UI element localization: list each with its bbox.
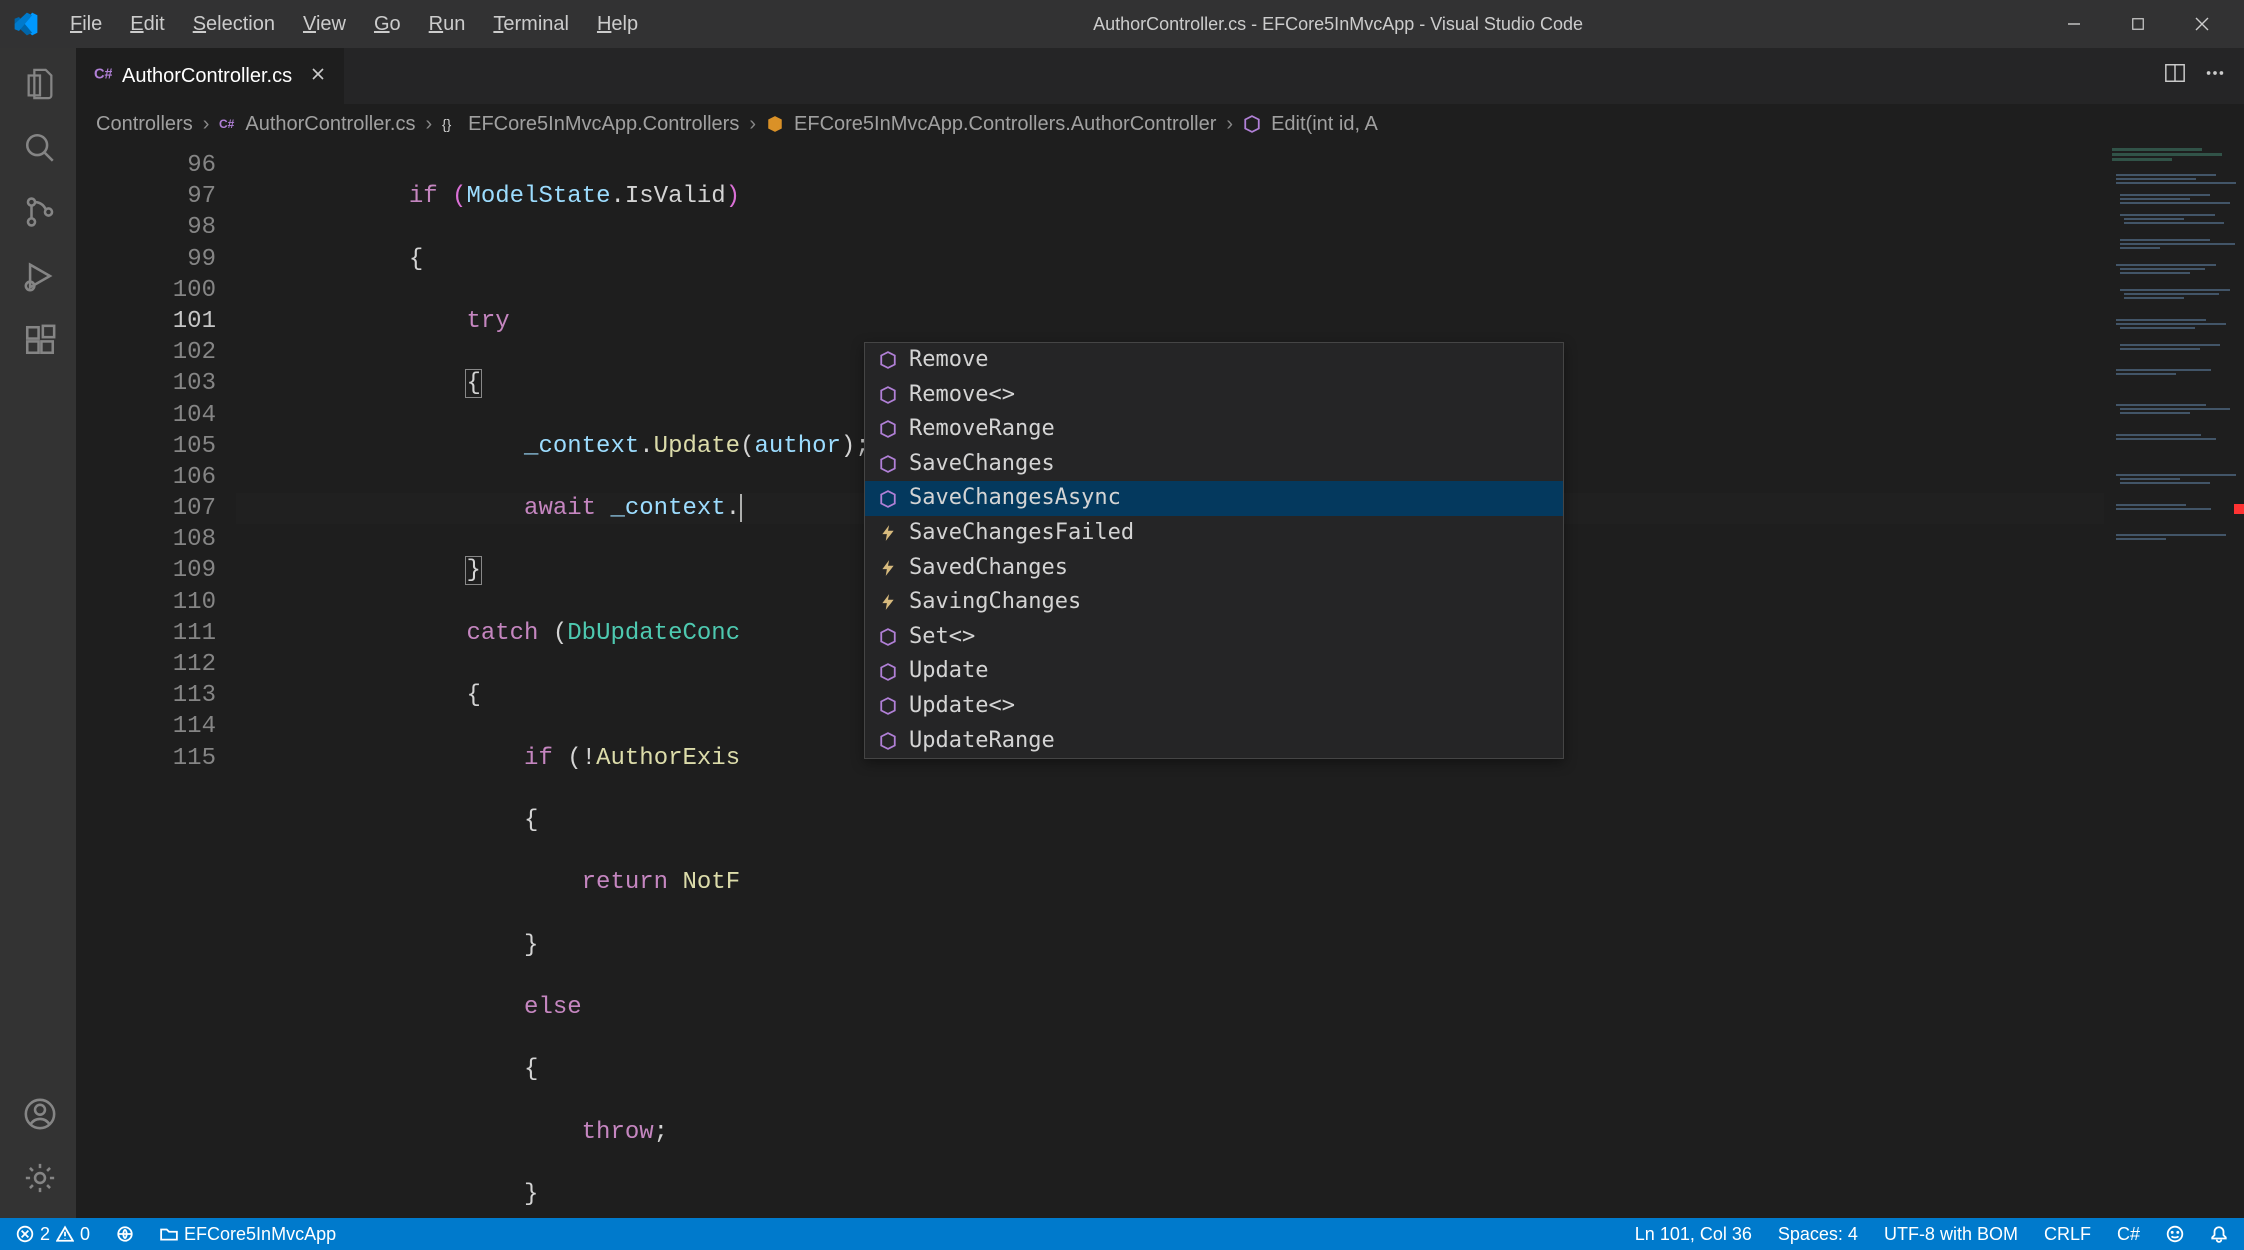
tab-label: AuthorController.cs <box>122 65 292 88</box>
status-indentation[interactable]: Spaces: 4 <box>1774 1224 1862 1245</box>
method-icon <box>877 697 899 715</box>
suggestion-label: Remove <box>909 346 988 375</box>
suggestion-label: SaveChangesAsync <box>909 484 1121 513</box>
minimap[interactable] <box>2104 144 2244 1218</box>
code-content[interactable]: if (ModelState.IsValid) { try { _context… <box>236 144 2104 1218</box>
csharp-file-icon: C# <box>219 116 235 132</box>
namespace-icon: {} <box>442 116 458 132</box>
status-encoding[interactable]: UTF-8 with BOM <box>1880 1224 2022 1245</box>
menu-edit[interactable]: Edit <box>116 7 178 42</box>
chevron-right-icon: › <box>1226 113 1233 136</box>
suggestion-item[interactable]: SavingChanges <box>865 585 1563 620</box>
menu-help[interactable]: Help <box>583 7 652 42</box>
source-control-icon[interactable] <box>14 188 62 236</box>
line-number-gutter: 96 97 98 99 100 101 102 103 104 105 106 … <box>76 144 236 1218</box>
suggestion-item[interactable]: SaveChangesFailed <box>865 516 1563 551</box>
breadcrumb-method[interactable]: Edit(int id, A <box>1271 113 1378 136</box>
status-language[interactable]: C# <box>2113 1224 2144 1245</box>
extensions-icon[interactable] <box>14 316 62 364</box>
window-maximize-button[interactable] <box>2108 4 2168 44</box>
suggestion-item[interactable]: SaveChanges <box>865 447 1563 482</box>
status-notifications-icon[interactable] <box>2206 1225 2232 1243</box>
text-cursor <box>740 494 742 522</box>
suggestion-label: Update <box>909 657 988 686</box>
title-bar: FFileile Edit Selection View Go Run Term… <box>0 0 2244 48</box>
intellisense-suggest-widget[interactable]: Remove Remove<> RemoveRange SaveChanges Save… <box>864 342 1564 759</box>
chevron-right-icon: › <box>425 113 432 136</box>
suggestion-label: Set<> <box>909 623 975 652</box>
editor-tabs: C# AuthorController.cs <box>76 48 2244 104</box>
status-project[interactable]: EFCore5InMvcApp <box>156 1224 340 1245</box>
status-feedback-icon[interactable] <box>2162 1225 2188 1243</box>
suggestion-item[interactable]: Update <box>865 654 1563 689</box>
suggestion-item[interactable]: Update<> <box>865 689 1563 724</box>
svg-text:C#: C# <box>219 117 235 131</box>
window-minimize-button[interactable] <box>2044 4 2104 44</box>
editor[interactable]: 96 97 98 99 100 101 102 103 104 105 106 … <box>76 144 2244 1218</box>
method-icon <box>877 455 899 473</box>
method-icon <box>877 420 899 438</box>
chevron-right-icon: › <box>203 113 210 136</box>
status-eol[interactable]: CRLF <box>2040 1224 2095 1245</box>
suggestion-item[interactable]: SavedChanges <box>865 551 1563 586</box>
tab-close-button[interactable] <box>310 65 326 88</box>
menu-go[interactable]: Go <box>360 7 415 42</box>
menu-selection[interactable]: Selection <box>179 7 289 42</box>
status-problems[interactable]: 2 0 <box>12 1224 94 1245</box>
method-icon <box>877 490 899 508</box>
svg-text:C#: C# <box>94 67 112 82</box>
suggestion-label: UpdateRange <box>909 727 1055 756</box>
breadcrumbs[interactable]: Controllers › C# AuthorController.cs › {… <box>76 104 2244 144</box>
method-icon <box>1243 115 1261 133</box>
csharp-file-icon: C# <box>94 64 112 88</box>
suggestion-item[interactable]: Remove<> <box>865 378 1563 413</box>
event-icon <box>877 559 899 577</box>
menu-run[interactable]: Run <box>415 7 480 42</box>
settings-gear-icon[interactable] <box>14 1154 62 1202</box>
menu-terminal[interactable]: Terminal <box>479 7 583 42</box>
suggestion-item[interactable]: Remove <box>865 343 1563 378</box>
search-icon[interactable] <box>14 124 62 172</box>
method-icon <box>877 732 899 750</box>
more-actions-icon[interactable] <box>2204 62 2226 90</box>
window-title: AuthorController.cs - EFCore5InMvcApp - … <box>652 14 2024 35</box>
menu-file[interactable]: FFileile <box>56 7 116 42</box>
breadcrumb-namespace[interactable]: EFCore5InMvcApp.Controllers <box>468 113 739 136</box>
event-icon <box>877 593 899 611</box>
method-icon <box>877 386 899 404</box>
tab-authorcontroller[interactable]: C# AuthorController.cs <box>76 48 345 104</box>
vscode-logo-icon <box>12 10 40 38</box>
method-icon <box>877 628 899 646</box>
suggestion-item[interactable]: UpdateRange <box>865 724 1563 759</box>
split-editor-icon[interactable] <box>2164 62 2186 90</box>
suggestion-item[interactable]: RemoveRange <box>865 412 1563 447</box>
svg-text:{}: {} <box>442 116 452 132</box>
menu-view[interactable]: View <box>289 7 360 42</box>
activity-bar <box>0 48 76 1218</box>
class-icon <box>766 115 784 133</box>
suggestion-item[interactable]: SaveChangesAsync <box>865 481 1563 516</box>
suggestion-label: SavedChanges <box>909 554 1068 583</box>
run-debug-icon[interactable] <box>14 252 62 300</box>
suggestion-label: SavingChanges <box>909 588 1081 617</box>
suggestion-label: Update<> <box>909 692 1015 721</box>
suggestion-item[interactable]: Set<> <box>865 620 1563 655</box>
status-cursor-position[interactable]: Ln 101, Col 36 <box>1631 1224 1756 1245</box>
event-icon <box>877 524 899 542</box>
suggestion-label: SaveChanges <box>909 450 1055 479</box>
explorer-icon[interactable] <box>14 60 62 108</box>
method-icon <box>877 351 899 369</box>
breadcrumb-class[interactable]: EFCore5InMvcApp.Controllers.AuthorContro… <box>794 113 1216 136</box>
method-icon <box>877 663 899 681</box>
breadcrumb-file[interactable]: AuthorController.cs <box>245 113 415 136</box>
suggestion-label: RemoveRange <box>909 415 1055 444</box>
accounts-icon[interactable] <box>14 1090 62 1138</box>
status-bar: 2 0 EFCore5InMvcApp Ln 101, Col 36 Space… <box>0 1218 2244 1250</box>
breadcrumb-folder[interactable]: Controllers <box>96 113 193 136</box>
chevron-right-icon: › <box>749 113 756 136</box>
status-ports-icon[interactable] <box>112 1225 138 1243</box>
suggestion-label: Remove<> <box>909 381 1015 410</box>
suggestion-label: SaveChangesFailed <box>909 519 1134 548</box>
window-close-button[interactable] <box>2172 4 2232 44</box>
